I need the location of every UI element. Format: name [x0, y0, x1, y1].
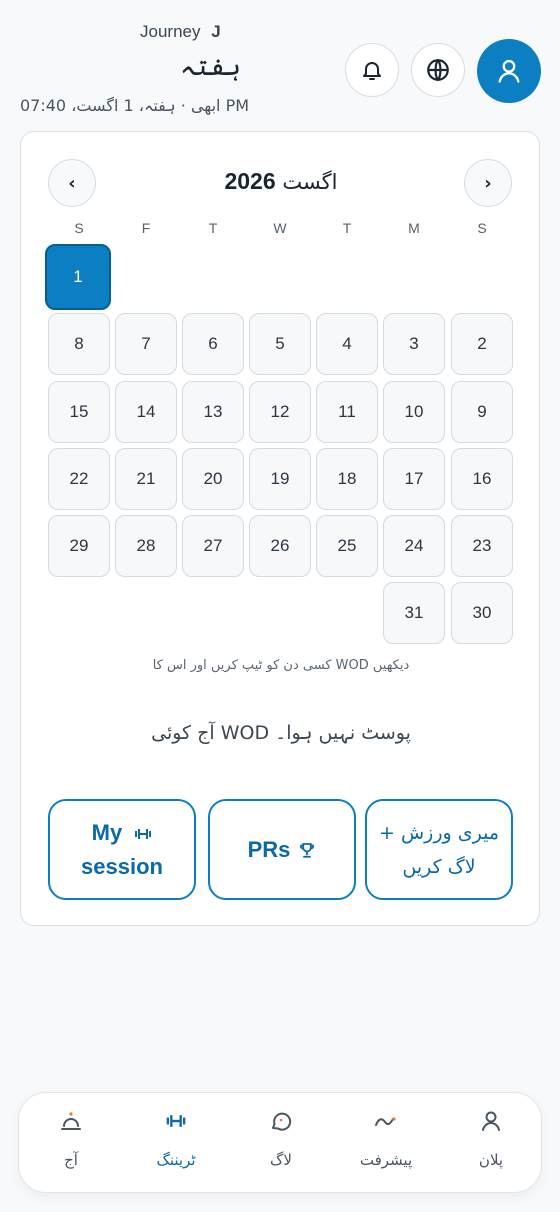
log-workout-button[interactable]: + میری ورزش لاگ کریں	[365, 799, 513, 900]
user-icon	[482, 1111, 500, 1131]
weekday-label: S	[477, 220, 487, 236]
weekday-label: T	[342, 220, 352, 236]
calendar-day[interactable]: 2	[451, 313, 513, 375]
today-icon	[61, 1112, 81, 1130]
weekday-label: M	[408, 220, 420, 236]
nav-item-training[interactable]: ٹریننگ	[124, 1093, 228, 1194]
calendar-day[interactable]: 25	[316, 515, 378, 577]
calendar-day[interactable]: 20	[182, 448, 244, 510]
calendar-day[interactable]: 4	[316, 313, 378, 375]
weekday-label: T	[208, 220, 218, 236]
calendar-day[interactable]: 29	[48, 515, 110, 577]
calendar-day[interactable]: 28	[115, 515, 177, 577]
nav-item-progress[interactable]: پیشرفت	[334, 1093, 438, 1194]
calendar-day[interactable]: 14	[115, 381, 177, 443]
calendar-day[interactable]: 10	[383, 381, 445, 443]
session-line1: My	[91, 819, 123, 845]
calendar-day[interactable]: 19	[249, 448, 311, 510]
calendar-day[interactable]: 31	[383, 582, 445, 644]
calendar-day[interactable]: 9	[451, 381, 513, 443]
status-line: ابھی · ہفتہ، 1 اگست، 07:40 PM	[20, 96, 250, 115]
previous-month-button[interactable]: ‹	[48, 159, 96, 207]
weekday-label: W	[273, 220, 287, 236]
session-line2: session	[81, 853, 163, 879]
brand-mark: J	[211, 22, 221, 41]
log-line1: + میری ورزش	[379, 821, 499, 844]
calendar-day[interactable]: 30	[451, 582, 513, 644]
nav-label-training: ٹریننگ	[156, 1151, 196, 1169]
notifications-button[interactable]	[345, 43, 399, 97]
bottom-navigation: آج ٹریننگ لاگ پیشرفت پلان	[18, 1092, 542, 1193]
my-session-button[interactable]: My session	[48, 799, 196, 900]
calendar-day[interactable]: 5	[249, 313, 311, 375]
empty-state-text: آج کوئی WOD پوسٹ نہیں ہوا۔	[151, 722, 411, 744]
progress-icon	[375, 1117, 396, 1126]
calendar-day[interactable]: 22	[48, 448, 110, 510]
calendar-day[interactable]: 12	[249, 381, 311, 443]
dumbbell-icon	[166, 1115, 186, 1127]
calendar-day[interactable]: 13	[182, 381, 244, 443]
chevron-left-icon: ‹	[68, 172, 76, 194]
calendar-day[interactable]: 3	[383, 313, 445, 375]
calendar-day[interactable]: 27	[182, 515, 244, 577]
calendar-day-selected[interactable]: 1	[45, 244, 111, 310]
calendar-day[interactable]: 8	[48, 313, 110, 375]
log-line2: لاگ کریں	[402, 855, 476, 878]
nav-label-today: آج	[64, 1151, 78, 1169]
nav-label-progress: پیشرفت	[359, 1151, 413, 1169]
page-title: ہفتہ	[180, 52, 241, 82]
brand: Journey J	[140, 22, 221, 42]
chevron-right-icon: ›	[484, 172, 492, 194]
prs-label: PRs	[247, 836, 291, 862]
calendar-day[interactable]: 18	[316, 448, 378, 510]
globe-icon	[427, 58, 449, 82]
chat-icon	[272, 1112, 292, 1131]
trophy-icon	[300, 842, 315, 858]
prs-button[interactable]: PRs	[208, 799, 356, 900]
bell-icon	[363, 62, 381, 80]
calendar-card: ‹ 2026 اگست › S F T W T M S 1 8 7 6 5 4 …	[20, 131, 540, 926]
weekday-label: F	[141, 220, 151, 236]
calendar-day[interactable]: 11	[316, 381, 378, 443]
profile-button[interactable]	[477, 39, 541, 103]
calendar-day[interactable]: 26	[249, 515, 311, 577]
calendar-day[interactable]: 21	[115, 448, 177, 510]
calendar-day[interactable]: 16	[451, 448, 513, 510]
dumbbell-icon	[135, 828, 152, 839]
nav-label-plan: پلان	[478, 1151, 504, 1169]
calendar-day[interactable]: 17	[383, 448, 445, 510]
language-button[interactable]	[411, 43, 465, 97]
nav-item-plan[interactable]: پلان	[439, 1093, 543, 1194]
calendar-day[interactable]: 6	[182, 313, 244, 375]
month-title: 2026 اگست	[171, 168, 391, 195]
brand-name: Journey	[140, 22, 201, 41]
next-month-button[interactable]: ›	[464, 159, 512, 207]
calendar-day[interactable]: 7	[115, 313, 177, 375]
calendar-day[interactable]: 23	[451, 515, 513, 577]
year-label: 2026	[224, 168, 276, 194]
calendar-day[interactable]: 15	[48, 381, 110, 443]
nav-item-log[interactable]: لاگ	[229, 1093, 333, 1194]
app-header: Journey J ہفتہ ابھی · ہفتہ، 1 اگست، 07:4…	[0, 0, 560, 128]
calendar-day[interactable]: 24	[383, 515, 445, 577]
user-icon	[498, 59, 520, 83]
month-label: اگست	[282, 170, 338, 194]
nav-label-log: لاگ	[270, 1151, 292, 1169]
calendar-hint: کسی دن کو ٹیپ کریں اور اس کا WOD دیکھیں	[152, 658, 410, 673]
nav-item-today[interactable]: آج	[19, 1093, 123, 1194]
weekday-label: S	[74, 220, 84, 236]
